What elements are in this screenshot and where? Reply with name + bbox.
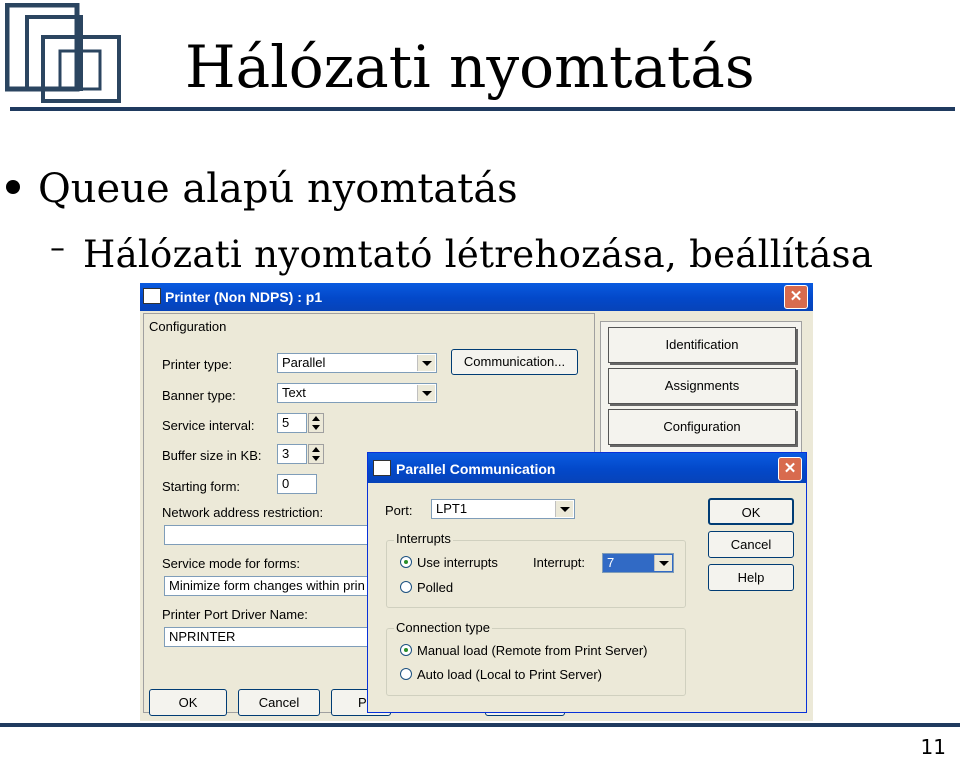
port-label: Port:: [385, 503, 413, 518]
parallel-titlebar: Parallel Communication ✕: [368, 453, 806, 483]
service-interval-label: Service interval:: [162, 418, 255, 433]
slide-title: Hálózati nyomtatás: [185, 33, 755, 101]
use-interrupts-radio[interactable]: [400, 556, 412, 568]
polled-label: Polled: [417, 580, 454, 595]
auto-load-radio[interactable]: [400, 668, 412, 680]
banner-type-value: Text: [282, 385, 306, 400]
use-interrupts-label: Use interrupts: [417, 555, 498, 570]
parallel-title: Parallel Communication: [396, 461, 556, 477]
printer-title: Printer (Non NDPS) : p1: [165, 289, 323, 305]
chevron-down-icon[interactable]: [555, 501, 573, 517]
port-value: LPT1: [436, 501, 468, 516]
footer-divider: [0, 723, 960, 727]
service-interval-stepper[interactable]: [308, 413, 324, 433]
service-mode-label: Service mode for forms:: [162, 556, 300, 571]
port-driver-label: Printer Port Driver Name:: [162, 607, 308, 622]
buffer-size-label: Buffer size in KB:: [162, 448, 262, 463]
network-restriction-field[interactable]: [164, 525, 374, 545]
section-heading: Configuration: [149, 319, 227, 334]
close-icon[interactable]: ✕: [778, 457, 802, 481]
printer-type-value: Parallel: [282, 355, 326, 370]
interrupts-group: [386, 540, 686, 608]
sub-bullet-text: Hálózati nyomtató létrehozása, beállítás…: [83, 233, 874, 276]
communication-button[interactable]: Communication...: [451, 349, 578, 375]
tab-assignments[interactable]: Assignments: [608, 368, 796, 404]
chevron-down-icon[interactable]: [417, 355, 435, 371]
parallel-dialog: Parallel Communication ✕ Port: LPT1 Inte…: [367, 452, 807, 713]
tab-configuration[interactable]: Configuration: [608, 409, 796, 445]
chevron-down-icon[interactable]: [654, 555, 672, 571]
bullet-icon: [6, 180, 20, 194]
manual-load-label: Manual load (Remote from Print Server): [417, 643, 648, 658]
printer-type-label: Printer type:: [162, 357, 233, 372]
tab-identification[interactable]: Identification: [608, 327, 796, 363]
interrupt-value: 7: [607, 555, 615, 570]
title-divider: [10, 107, 955, 111]
network-restriction-label: Network address restriction:: [162, 505, 324, 520]
ok-button[interactable]: OK: [708, 498, 794, 525]
manual-load-radio[interactable]: [400, 644, 412, 656]
port-driver-field[interactable]: NPRINTER: [164, 627, 374, 647]
window-icon: [143, 288, 161, 304]
dash-marker: –: [50, 231, 65, 266]
ok-button[interactable]: OK: [149, 689, 227, 716]
interrupts-legend: Interrupts: [394, 531, 453, 546]
logo-icon: [5, 3, 121, 103]
starting-form-field[interactable]: 0: [277, 474, 317, 494]
connection-legend: Connection type: [394, 620, 492, 635]
banner-type-label: Banner type:: [162, 388, 236, 403]
printer-titlebar: Printer (Non NDPS) : p1 ✕: [140, 283, 813, 311]
window-icon: [373, 460, 391, 476]
starting-form-label: Starting form:: [162, 479, 241, 494]
chevron-down-icon[interactable]: [417, 385, 435, 401]
service-interval-field[interactable]: 5: [277, 413, 307, 433]
connection-group: [386, 628, 686, 696]
help-button[interactable]: Help: [708, 564, 794, 591]
port-select[interactable]: LPT1: [431, 499, 575, 519]
service-mode-select[interactable]: Minimize form changes within prin: [164, 576, 374, 596]
auto-load-label: Auto load (Local to Print Server): [417, 667, 602, 682]
bullet-text: Queue alapú nyomtatás: [38, 166, 518, 212]
close-icon[interactable]: ✕: [784, 285, 808, 309]
polled-radio[interactable]: [400, 581, 412, 593]
interrupt-label: Interrupt:: [533, 555, 586, 570]
interrupt-select[interactable]: 7: [602, 553, 674, 573]
parallel-body: Port: LPT1 Interrupts Use interrupts Int…: [368, 483, 806, 712]
banner-type-select[interactable]: Text: [277, 383, 437, 403]
buffer-size-field[interactable]: 3: [277, 444, 307, 464]
page-number: 11: [920, 735, 946, 759]
cancel-button[interactable]: Cancel: [708, 531, 794, 558]
printer-type-select[interactable]: Parallel: [277, 353, 437, 373]
buffer-size-stepper[interactable]: [308, 444, 324, 464]
cancel-button[interactable]: Cancel: [238, 689, 320, 716]
